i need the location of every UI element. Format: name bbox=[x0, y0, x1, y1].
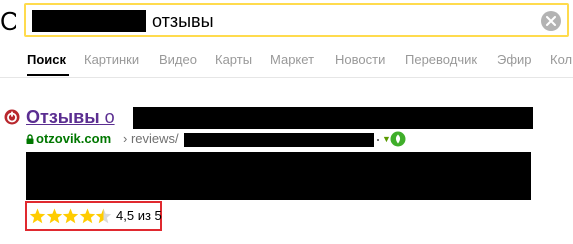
clear-search-button[interactable] bbox=[541, 11, 561, 31]
star-icon bbox=[29, 208, 46, 224]
rating-text: 4,5 из 5 bbox=[116, 208, 162, 224]
redacted-snippet bbox=[26, 152, 531, 200]
tab-translator[interactable]: Переводчик bbox=[405, 50, 477, 70]
tab-maps[interactable]: Карты bbox=[215, 50, 252, 70]
tab-news[interactable]: Новости bbox=[335, 50, 385, 70]
redacted-query-part bbox=[32, 10, 146, 32]
rating-stars bbox=[29, 207, 114, 225]
rating-scale: из 5 bbox=[134, 208, 162, 223]
close-icon bbox=[546, 16, 556, 26]
redacted-title-part bbox=[133, 107, 533, 129]
tab-efir[interactable]: Эфир bbox=[497, 50, 532, 70]
star-icon bbox=[95, 208, 112, 224]
search-tabs: Поиск Картинки Видео Карты Маркет Новост… bbox=[0, 50, 573, 76]
redacted-url-part bbox=[184, 133, 374, 147]
tab-video[interactable]: Видео bbox=[159, 50, 197, 70]
search-query-text: отзывы bbox=[152, 11, 214, 31]
result-domain-link[interactable]: otzovik.com bbox=[36, 131, 111, 147]
tab-search[interactable]: Поиск bbox=[27, 50, 66, 70]
search-input[interactable]: отзывы bbox=[24, 3, 569, 37]
logo-fragment[interactable]: С bbox=[0, 3, 16, 39]
star-icon bbox=[62, 208, 79, 224]
result-title-link[interactable]: Отзывы о bbox=[26, 106, 115, 128]
star-icon bbox=[46, 208, 62, 224]
green-eco-badge-icon[interactable] bbox=[390, 131, 406, 147]
result-title-bold: Отзывы bbox=[26, 107, 100, 127]
url-dot bbox=[377, 139, 379, 141]
tab-images[interactable]: Картинки bbox=[84, 50, 139, 70]
result-path: › reviews/ bbox=[123, 131, 179, 146]
rating-highlight-frame: 4,5 из 5 bbox=[25, 201, 162, 231]
tab-collections[interactable]: Кол bbox=[550, 50, 572, 70]
result-title-rest: о bbox=[99, 107, 115, 127]
tab-market[interactable]: Маркет bbox=[270, 50, 314, 70]
tabs-divider bbox=[0, 77, 573, 78]
star-icon bbox=[79, 208, 95, 224]
lock-icon bbox=[26, 134, 34, 144]
rating-value: 4,5 bbox=[116, 208, 135, 223]
active-tab-underline bbox=[27, 74, 69, 76]
otzovik-favicon-icon bbox=[4, 109, 20, 125]
